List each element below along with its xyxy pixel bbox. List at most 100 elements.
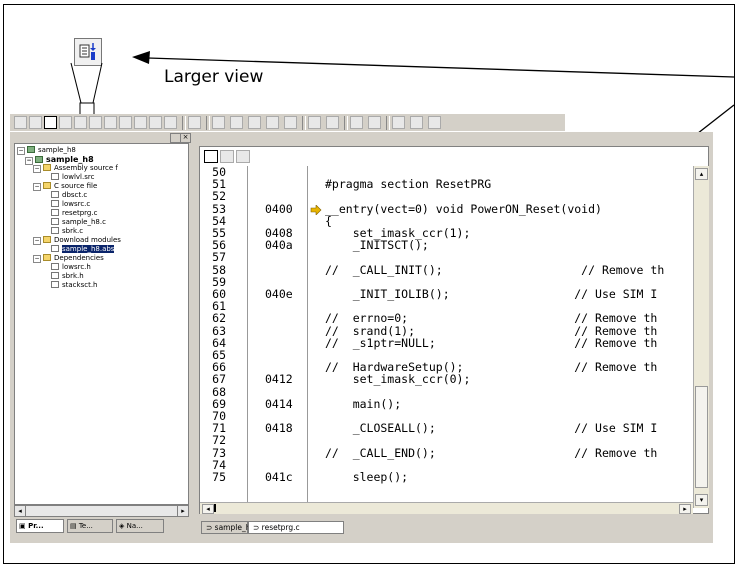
toolbar-button-7[interactable] (104, 116, 117, 129)
tree-item-file[interactable]: resetprg.c (51, 209, 97, 218)
scroll-right-icon[interactable]: ▸ (679, 504, 691, 514)
toolbar-button-18[interactable] (308, 116, 321, 129)
source-text: // errno=0; // Remove th (325, 311, 658, 326)
source-address-column-button[interactable] (44, 116, 57, 129)
expand-icon[interactable]: − (33, 183, 41, 191)
file-icon (51, 272, 59, 279)
toolbar-button-16[interactable] (266, 116, 279, 129)
line-number: 73 (212, 445, 226, 460)
expand-icon[interactable]: − (25, 157, 33, 165)
scroll-down-icon[interactable]: ▾ (695, 494, 708, 506)
figure-frame: Larger view × − sample_h8 − sample_h8 − … (3, 4, 735, 564)
tree-item-file[interactable]: stacksct.h (51, 281, 98, 290)
tree-item-file[interactable]: lowsrc.c (51, 200, 90, 209)
tab-resetprg-c[interactable]: ⊃ resetprg.c (248, 521, 344, 534)
tree-item-label: resetprg.c (62, 209, 98, 217)
line-number: 57 (212, 250, 226, 265)
line-number: 54 (212, 213, 226, 228)
file-icon (51, 191, 59, 198)
code-line: 61 (200, 300, 693, 312)
file-icon (51, 245, 59, 252)
scroll-up-icon[interactable]: ▴ (695, 168, 708, 180)
tree-item-file[interactable]: lowlvl.src (51, 173, 94, 182)
tree-item-workspace[interactable]: − sample_h8 (17, 146, 76, 155)
toolbar-button-15[interactable] (248, 116, 261, 129)
tree-item-folder[interactable]: − Dependencies (33, 254, 104, 263)
expand-icon[interactable]: − (17, 147, 25, 155)
expand-icon[interactable]: − (33, 237, 41, 245)
editor-toolbar-button-2[interactable] (220, 150, 234, 163)
toolbar-button-14[interactable] (230, 116, 243, 129)
tree-item-label: sbrk.h (62, 272, 84, 280)
tree-item-file[interactable]: sample_h8.c (51, 218, 106, 227)
toolbar-button-11[interactable] (164, 116, 177, 129)
tree-item-folder[interactable]: − C source file (33, 182, 97, 191)
tree-item-file[interactable]: dbsct.c (51, 191, 87, 200)
tree-horizontal-scrollbar[interactable]: ◂ ▸ (14, 505, 189, 517)
toolbar-button-2[interactable] (29, 116, 42, 129)
tab-navigation[interactable]: ◈ Na... (116, 519, 164, 533)
toolbar-button-4[interactable] (59, 116, 72, 129)
toolbar-button-5[interactable] (74, 116, 87, 129)
line-number: 71 (212, 421, 226, 436)
source-text: main(); (325, 396, 402, 411)
tab-sample-h8-c[interactable]: ⊃ sample_h8.c (201, 521, 262, 534)
code-line: 65 (200, 349, 693, 361)
toolbar-button-9[interactable] (134, 116, 147, 129)
tree-item-folder[interactable]: − Assembly source f (33, 164, 118, 173)
source-text: // _CALL_INIT(); // Remove th (325, 262, 665, 277)
tree-item-file[interactable]: sample_h8.abs (51, 245, 115, 254)
source-address: 040a (265, 238, 293, 253)
toolbar-button-10[interactable] (149, 116, 162, 129)
toolbar-button-21[interactable] (368, 116, 381, 129)
toolbar-button-19[interactable] (326, 116, 339, 129)
line-number: 52 (212, 189, 226, 204)
toolbar-button-13[interactable] (212, 116, 225, 129)
code-line: 68 (200, 386, 693, 398)
toolbar-button-1[interactable] (14, 116, 27, 129)
code-line: 58 // _CALL_INIT(); // Remove th (200, 264, 693, 276)
source-text: _CLOSEALL(); // Use SIM I (325, 421, 658, 436)
templates-icon: ▤ (70, 522, 79, 530)
tree-item-file[interactable]: sbrk.h (51, 272, 84, 281)
projects-icon: ▣ (19, 522, 29, 530)
tree-item-folder[interactable]: − Download modules (33, 236, 121, 245)
toolbar-button-20[interactable] (350, 116, 363, 129)
tab-projects[interactable]: ▣ Pr... (16, 519, 64, 533)
tree-item-file[interactable]: sbrk.c (51, 227, 83, 236)
tree-item-file[interactable]: lowsrc.h (51, 263, 91, 272)
toolbar-button-22[interactable] (392, 116, 405, 129)
scroll-left-icon[interactable]: ◂ (15, 506, 26, 516)
editor-horizontal-scrollbar[interactable]: ◂ ▸ (200, 502, 693, 514)
tree-close-button[interactable]: × (180, 133, 191, 143)
tree-item-label: Dependencies (54, 254, 104, 262)
scrollbar-thumb[interactable] (214, 504, 216, 512)
code-line: 73 // _CALL_END(); // Remove th (200, 447, 693, 459)
toolbar-button-6[interactable] (89, 116, 102, 129)
toolbar-button-23[interactable] (410, 116, 423, 129)
scroll-left-icon[interactable]: ◂ (202, 504, 214, 514)
source-text: set_imask_ccr(0); (325, 372, 471, 387)
toolbar-button-24[interactable] (428, 116, 441, 129)
expand-icon[interactable]: − (33, 255, 41, 263)
scrollbar-thumb[interactable] (695, 386, 708, 488)
source-code-area[interactable]: 50 51 #pragma section ResetPRG 52 53 0400 __en… (200, 166, 693, 508)
toolbar-button-12[interactable] (188, 116, 201, 129)
workspace-tabs: ▣ Pr... ▤ Te... ◈ Na... (14, 519, 189, 535)
editor-toolbar-button-1[interactable] (204, 150, 218, 163)
source-address: 041c (265, 470, 293, 484)
toolbar-separator (344, 116, 348, 130)
expand-icon[interactable]: − (33, 165, 41, 173)
tree-item-label: lowsrc.c (62, 200, 91, 208)
tree-item-label: Download modules (54, 236, 121, 244)
editor-toolbar-button-3[interactable] (236, 150, 250, 163)
tree-item-project[interactable]: − sample_h8 (25, 155, 94, 165)
code-line: 56 040a _INITSCT(); (200, 239, 693, 251)
toolbar-separator (206, 116, 210, 130)
scroll-right-icon[interactable]: ▸ (177, 506, 188, 516)
editor-vertical-scrollbar[interactable]: ▴ ▾ (693, 166, 709, 508)
source-text: // _CALL_END(); // Remove th (325, 445, 658, 460)
toolbar-button-8[interactable] (119, 116, 132, 129)
tab-templates[interactable]: ▤ Te... (67, 519, 113, 533)
toolbar-button-17[interactable] (284, 116, 297, 129)
